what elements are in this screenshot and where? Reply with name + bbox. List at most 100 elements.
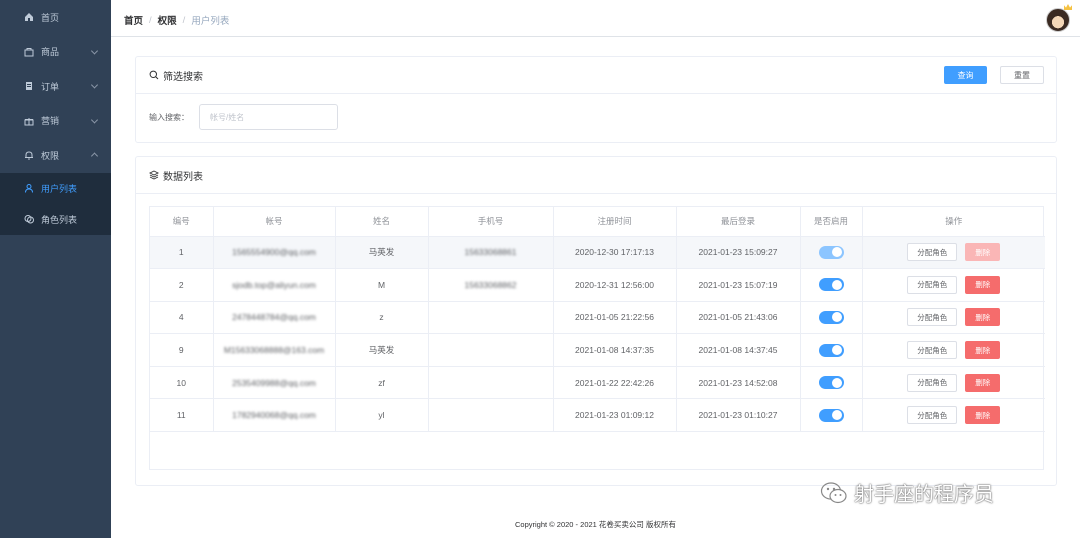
enabled-switch[interactable]: [818, 408, 844, 422]
sidebar-item-role-list[interactable]: 角色列表: [0, 204, 111, 235]
delete-button[interactable]: 删除: [965, 341, 1001, 360]
cell-phone: [428, 366, 554, 400]
cell-registered: 2020-12-30 17:17:13: [553, 236, 677, 270]
watermark: 射手座的程序员: [820, 478, 994, 507]
table-header-row: 编号 帐号 姓名 手机号 注册时间 最后登录 是否启用 操作: [150, 207, 1045, 237]
cell-registered: 2021-01-22 22:42:26: [553, 366, 677, 400]
column-header-id: 编号: [150, 207, 214, 237]
sidebar-item-label: 营销: [41, 116, 60, 127]
table-row[interactable]: 4 2478448784@qq.com z 2021-01-05 21:22:5…: [150, 301, 1045, 335]
enabled-switch[interactable]: [818, 343, 844, 357]
column-header-registered: 注册时间: [553, 207, 677, 237]
assign-role-button[interactable]: 分配角色: [907, 275, 958, 294]
account-text: 2478448784@qq.com: [232, 312, 316, 323]
sidebar-item-user-list[interactable]: 用户列表: [0, 173, 111, 204]
cell-account: 2535409988@qq.com: [213, 366, 336, 400]
assign-role-button[interactable]: 分配角色: [907, 406, 958, 425]
chevron-up-icon: [90, 152, 99, 160]
enabled-switch[interactable]: [818, 310, 844, 324]
delete-button[interactable]: 删除: [965, 373, 1001, 392]
sidebar-item-marketing[interactable]: 营销: [0, 104, 111, 139]
sidebar-item-goods[interactable]: 商品: [0, 35, 111, 70]
enabled-switch[interactable]: [818, 245, 844, 259]
cell-name: M: [335, 268, 429, 302]
delete-button[interactable]: 删除: [965, 275, 1001, 294]
filter-card: 筛选搜索 查询 重置 输入搜索：: [135, 56, 1057, 143]
cell-phone: 15633068862: [428, 268, 554, 302]
cell-name: zf: [335, 366, 429, 400]
sidebar-item-home[interactable]: 首页: [0, 0, 111, 35]
sidebar-item-label: 首页: [41, 12, 60, 23]
sidebar-item-label: 权限: [41, 150, 60, 161]
cell-actions: 分配角色 删除: [862, 366, 1045, 400]
sidebar-item-permissions[interactable]: 权限: [0, 138, 111, 173]
cell-registered: 2020-12-31 12:56:00: [553, 268, 677, 302]
column-header-name: 姓名: [335, 207, 429, 237]
cell-phone: [428, 333, 554, 367]
cell-id: 11: [150, 398, 214, 433]
top-navbar: 首页 / 权限 / 用户列表: [111, 0, 1080, 37]
chevron-down-icon: [90, 81, 99, 89]
assign-role-button[interactable]: 分配角色: [907, 341, 958, 360]
filter-header: 筛选搜索: [136, 57, 1056, 94]
stack-icon: [149, 170, 159, 180]
user-table: 编号 帐号 姓名 手机号 注册时间 最后登录 是否启用 操作 1 1565554…: [149, 206, 1045, 470]
cell-phone: [428, 301, 554, 335]
permissions-submenu: 用户列表 角色列表: [0, 172, 111, 235]
account-text: 1565554900@qq.com: [232, 247, 316, 258]
enabled-switch[interactable]: [818, 278, 844, 292]
cell-enabled: [800, 236, 863, 270]
avatar[interactable]: [1046, 8, 1070, 32]
bell-icon: [24, 150, 34, 161]
cell-last-login: 2021-01-05 21:43:06: [676, 301, 801, 335]
cell-account: 1782940068@qq.com: [213, 398, 336, 433]
delete-button[interactable]: 删除: [965, 308, 1001, 327]
breadcrumb-home[interactable]: 首页: [124, 13, 143, 27]
query-button[interactable]: 查询: [944, 66, 987, 84]
goods-icon: [24, 47, 34, 57]
account-text: sjodb.top@aliyun.com: [232, 279, 316, 290]
gift-icon: [24, 116, 34, 126]
delete-button[interactable]: 删除: [965, 243, 1001, 262]
breadcrumb-separator: /: [149, 14, 152, 26]
cell-last-login: 2021-01-23 14:52:08: [676, 366, 801, 400]
cell-actions: 分配角色 删除: [862, 398, 1045, 433]
roles-icon: [24, 214, 34, 224]
breadcrumb-permissions[interactable]: 权限: [158, 13, 177, 27]
cell-id: 4: [150, 301, 214, 335]
sidebar-item-orders[interactable]: 订单: [0, 69, 111, 104]
sidebar-item-label: 商品: [41, 47, 60, 58]
cell-account: M15633068888@163.com: [213, 333, 336, 367]
reset-button[interactable]: 重置: [1000, 66, 1044, 84]
search-input[interactable]: [199, 104, 338, 130]
breadcrumb: 首页 / 权限 / 用户列表: [124, 13, 229, 28]
assign-role-button[interactable]: 分配角色: [907, 308, 958, 327]
cell-id: 10: [150, 366, 214, 400]
enabled-switch[interactable]: [818, 376, 844, 390]
account-text: M15633068888@163.com: [223, 345, 325, 356]
cell-id: 2: [150, 268, 214, 302]
table-row[interactable]: 2 sjodb.top@aliyun.com M 15633068862 202…: [150, 268, 1045, 302]
assign-role-button[interactable]: 分配角色: [907, 243, 958, 262]
table-row[interactable]: 1 1565554900@qq.com 马英发 15633068861 2020…: [150, 236, 1045, 270]
watermark-text: 射手座的程序员: [854, 484, 994, 506]
cell-id: 9: [150, 333, 214, 367]
order-icon: [24, 81, 34, 91]
table-row[interactable]: 10 2535409988@qq.com zf 2021-01-22 22:42…: [150, 366, 1045, 400]
assign-role-button[interactable]: 分配角色: [907, 373, 958, 392]
cell-last-login: 2021-01-23 15:09:27: [676, 236, 801, 270]
cell-phone: [428, 398, 554, 433]
table-row[interactable]: 11 1782940068@qq.com yl 2021-01-23 01:09…: [150, 398, 1045, 433]
home-icon: [24, 12, 34, 22]
wechat-icon: [820, 481, 848, 505]
phone-text: 15633068862: [464, 279, 517, 290]
main-content: 筛选搜索 查询 重置 输入搜索： 数据列表 编号: [111, 38, 1080, 538]
cell-last-login: 2021-01-08 14:37:45: [676, 333, 801, 367]
delete-button[interactable]: 删除: [965, 406, 1001, 425]
chevron-down-icon: [90, 47, 99, 55]
cell-name: z: [335, 301, 429, 335]
cell-actions: 分配角色 删除: [862, 301, 1045, 335]
cell-enabled: [800, 301, 863, 335]
table-row[interactable]: 9 M15633068888@163.com 马英发 2021-01-08 14…: [150, 333, 1045, 367]
cell-last-login: 2021-01-23 01:10:27: [676, 398, 801, 433]
